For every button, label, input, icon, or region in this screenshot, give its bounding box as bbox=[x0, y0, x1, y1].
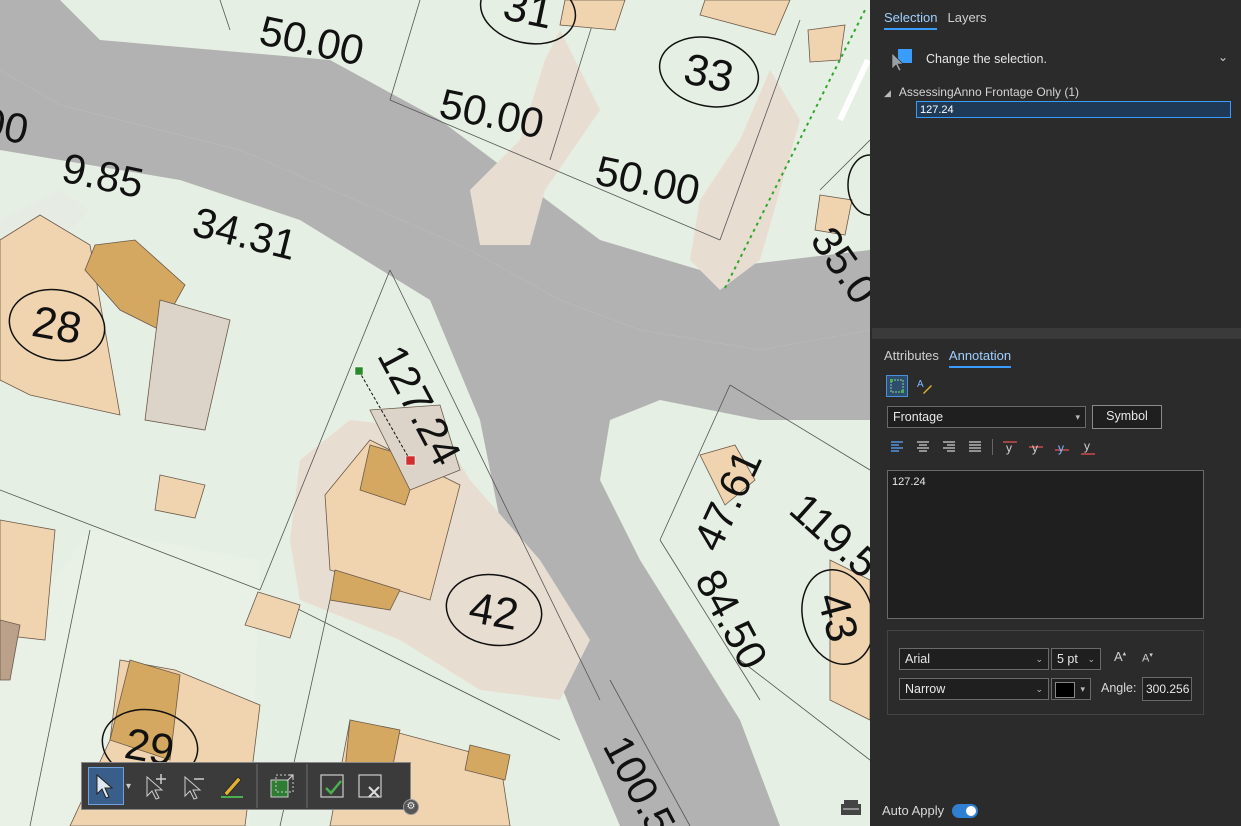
increase-font-size-icon[interactable]: A▴ bbox=[1114, 649, 1126, 664]
font-size-value: 5 pt bbox=[1057, 652, 1078, 666]
font-settings-box: Arial ⌄ 5 pt ⌄ A▴ A▾ Narrow ⌄ ▾ Angle: 300.… bbox=[887, 630, 1204, 715]
layer-group-label: AssessingAnno Frontage Only (1) bbox=[898, 85, 1080, 99]
check-icon bbox=[320, 774, 344, 798]
align-center-icon[interactable] bbox=[912, 438, 934, 456]
font-family-value: Arial bbox=[905, 652, 931, 666]
dropdown-arrow-icon: ▾ bbox=[1080, 684, 1085, 694]
svg-text:y: y bbox=[1058, 441, 1064, 455]
map-canvas[interactable]: 28 31 33 42 43 29 50.00 50.00 50.00 9.85… bbox=[0, 0, 870, 826]
auto-apply-label: Auto Apply bbox=[882, 803, 945, 818]
detail-tabs: Attributes Annotation bbox=[884, 348, 1012, 368]
justify-icon[interactable] bbox=[964, 438, 986, 456]
end-vertex-handle[interactable] bbox=[405, 455, 416, 466]
change-selection-icon bbox=[891, 49, 912, 71]
resize-box-icon bbox=[270, 774, 294, 798]
symbol-button[interactable]: Symbol bbox=[1092, 405, 1162, 429]
add-selection-icon bbox=[146, 774, 166, 800]
tab-selection[interactable]: Selection bbox=[884, 10, 938, 30]
text-alignment-row: y y y y bbox=[886, 438, 1099, 456]
vertical-align-bottom-icon[interactable]: y bbox=[1077, 438, 1099, 456]
vertex-edit-icon bbox=[890, 379, 904, 393]
annotation-class-value: Frontage bbox=[893, 410, 944, 424]
annotation-class-select[interactable]: Frontage ▾ bbox=[887, 406, 1086, 428]
add-to-selection-button[interactable] bbox=[138, 767, 174, 805]
text-color-picker[interactable]: ▾ bbox=[1051, 678, 1091, 700]
dropdown-arrow-icon: ⌄ bbox=[1035, 684, 1043, 694]
tab-annotation[interactable]: Annotation bbox=[948, 348, 1012, 368]
change-selection-bar[interactable]: Change the selection. ⌄ bbox=[890, 44, 1230, 74]
select-dropdown-arrow[interactable]: ▾ bbox=[126, 781, 136, 792]
angle-label: Angle: bbox=[1101, 681, 1137, 695]
select-cursor-icon bbox=[96, 773, 114, 799]
remove-selection-icon bbox=[184, 775, 204, 800]
sketch-button[interactable] bbox=[214, 767, 250, 805]
toolbar-settings-icon[interactable]: ⚙ bbox=[403, 799, 419, 815]
change-selection-label: Change the selection. bbox=[926, 52, 1047, 66]
start-vertex-handle[interactable] bbox=[354, 366, 364, 376]
decrease-font-size-icon[interactable]: A▾ bbox=[1142, 651, 1153, 665]
svg-text:y: y bbox=[1006, 441, 1012, 455]
font-style-select[interactable]: Narrow ⌄ bbox=[899, 678, 1049, 700]
svg-text:A: A bbox=[917, 379, 924, 390]
pane-splitter[interactable] bbox=[872, 328, 1241, 339]
select-tool-button[interactable] bbox=[88, 767, 124, 805]
dropdown-arrow-icon: ▾ bbox=[1075, 412, 1080, 422]
text-edit-icon: A bbox=[917, 379, 932, 394]
selection-tabs: Selection Layers bbox=[884, 10, 987, 30]
dropdown-arrow-icon: ⌄ bbox=[1087, 654, 1095, 664]
lot-label-28: 28 bbox=[29, 297, 86, 354]
auto-apply-toggle[interactable] bbox=[952, 803, 979, 818]
close-icon bbox=[358, 774, 382, 798]
dropdown-arrow-icon: ⌄ bbox=[1035, 654, 1043, 664]
font-style-value: Narrow bbox=[905, 682, 946, 696]
edit-annotation-pane: Selection Layers Change the selection. ⌄… bbox=[872, 0, 1241, 826]
annotation-mode-row: A bbox=[886, 375, 936, 397]
selection-tree-group[interactable]: ◢ AssessingAnno Frontage Only (1) bbox=[884, 85, 1079, 99]
annotation-text-area[interactable]: 127.24 bbox=[887, 470, 1204, 619]
fit-annotation-button[interactable] bbox=[264, 767, 300, 805]
cancel-button[interactable] bbox=[352, 767, 388, 805]
align-right-icon[interactable] bbox=[938, 438, 960, 456]
svg-text:y: y bbox=[1084, 439, 1090, 453]
vertical-align-center-icon[interactable]: y bbox=[1025, 438, 1047, 456]
font-family-select[interactable]: Arial ⌄ bbox=[899, 648, 1049, 670]
font-size-select[interactable]: 5 pt ⌄ bbox=[1051, 648, 1101, 670]
map-view[interactable]: 28 31 33 42 43 29 50.00 50.00 50.00 9.85… bbox=[0, 0, 870, 826]
finish-button[interactable] bbox=[314, 767, 350, 805]
selected-feature-item[interactable]: 127.24 bbox=[916, 101, 1231, 118]
text-color-swatch bbox=[1055, 682, 1075, 698]
tab-attributes[interactable]: Attributes bbox=[884, 348, 939, 368]
angle-input[interactable]: 300.256 bbox=[1142, 677, 1192, 701]
lot-label-33: 33 bbox=[680, 44, 738, 102]
map-tool-icon[interactable] bbox=[840, 798, 862, 816]
chevron-down-icon[interactable]: ⌄ bbox=[1218, 50, 1228, 64]
edit-text-button[interactable]: A bbox=[914, 375, 936, 397]
lot-label-42: 42 bbox=[465, 583, 522, 640]
vertical-align-baseline-icon[interactable]: y bbox=[1051, 438, 1073, 456]
vertical-align-top-icon[interactable]: y bbox=[999, 438, 1021, 456]
tab-layers[interactable]: Layers bbox=[947, 10, 986, 30]
remove-from-selection-button[interactable] bbox=[176, 767, 212, 805]
collapse-triangle-icon[interactable]: ◢ bbox=[884, 88, 891, 98]
align-left-icon[interactable] bbox=[886, 438, 908, 456]
edit-toolbar: ▾ bbox=[81, 762, 411, 810]
auto-apply-control: Auto Apply bbox=[882, 803, 979, 818]
edit-geometry-button[interactable] bbox=[886, 375, 908, 397]
pencil-icon bbox=[221, 776, 243, 798]
svg-text:y: y bbox=[1032, 441, 1038, 455]
